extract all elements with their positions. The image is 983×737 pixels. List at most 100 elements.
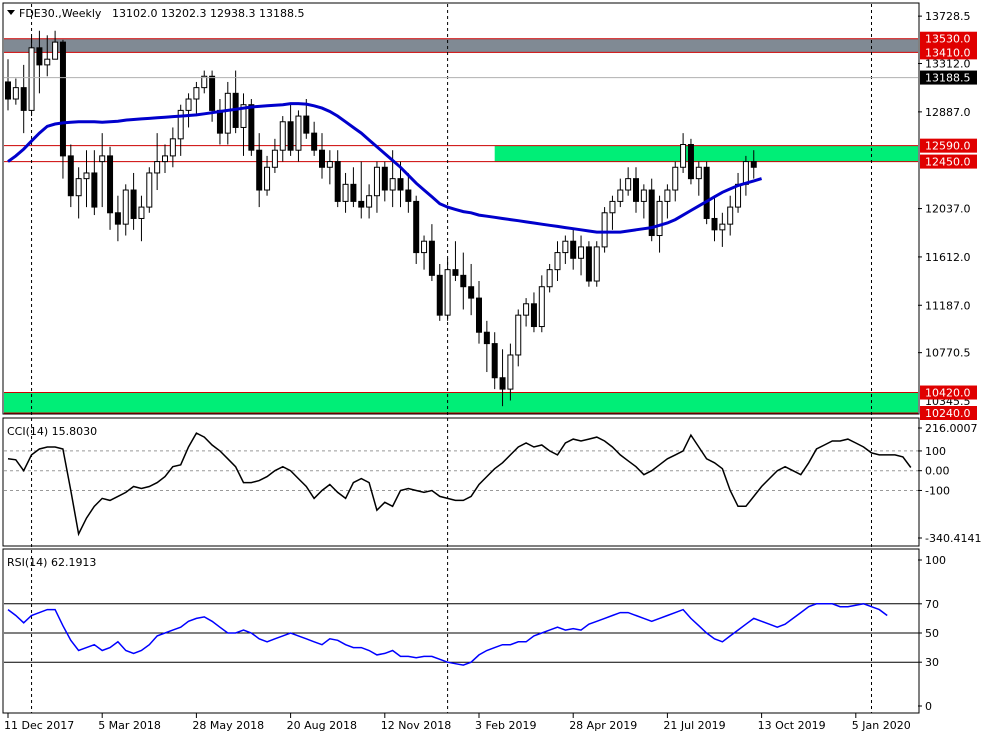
candle-bull [538,286,545,328]
price-tick-label: 13312.0 [925,58,971,71]
candle-bull [389,178,396,191]
current-price-label: 13188.5 [925,72,971,85]
candle-bull [28,47,35,111]
zone-price-label: 13530.0 [925,33,971,46]
rsi-layer: 100 70 50 30 0 [4,554,946,713]
cci-tick-label: -100 [925,484,950,497]
candle-bear [499,377,506,390]
candle-bear [711,217,718,231]
candle-bear [319,149,325,168]
candle-bear [130,189,137,219]
candle-bull [271,149,278,168]
time-tick-label: 5 Mar 2018 [98,719,161,732]
chart-header: FDE30.,Weekly 13102.0 13202.3 12938.3 13… [7,7,304,20]
cci-label: CCI(14) 15.8030 [7,425,97,438]
candle-bear [334,161,341,202]
price-tick-label: 13728.5 [925,10,971,23]
zone-support [4,392,918,413]
candle-bull [264,166,271,191]
price-tick-label: 11612.0 [925,251,971,264]
candle-bull [366,195,373,208]
trading-chart: 13728.5 13312.0 12887.0 12037.0 11612.0 11187… [2,2,981,732]
ohlc-values: 13102.0 13202.3 12938.3 13188.5 [112,7,304,20]
candle-bull [52,41,59,60]
candle-bear [287,121,294,151]
candle-bull [523,303,530,316]
zone-price-label: 13410.0 [925,46,971,59]
vertical-markers [31,4,872,713]
candle-bear [248,104,255,151]
cci-layer: 216.0007 100 0.00 -100 -340.4141 [4,422,981,545]
candle-bull [680,144,687,168]
symbol-label: FDE30.,Weekly [19,7,102,20]
cci-tick-label: -340.4141 [925,532,981,545]
cci-panel-frame [2,417,920,547]
rsi-tick-label: 100 [925,554,946,567]
candle-bull [99,155,106,163]
candle-bull [154,161,161,174]
rsi-tick-label: 30 [925,656,939,669]
candle-bear [483,331,490,345]
candle-bull [656,200,663,237]
candle-bear [114,212,121,225]
candles-layer [5,30,757,407]
zone-price-label: 12450.0 [925,156,971,169]
time-tick-label: 28 Apr 2019 [569,719,637,732]
time-tick-label: 21 Jul 2019 [663,719,725,732]
price-tick-label: 12037.0 [925,203,971,216]
candle-bear [491,343,498,379]
candle-bull [515,314,522,356]
candle-bear [397,178,404,191]
dropdown-triangle-icon[interactable] [7,10,15,15]
cci-tick-label: 216.0007 [925,422,978,435]
candle-bull [546,269,553,288]
candle-bear [428,240,435,276]
candle-bear [476,297,482,333]
price-axis: 13728.5 13312.0 12887.0 12037.0 11612.0 11187… [918,10,977,420]
candle-bear [703,166,710,219]
time-tick-label: 20 Aug 2018 [287,719,357,732]
candle-bull [593,246,600,282]
candle-bull [75,178,82,197]
candle-bear [358,200,365,208]
candle-bull [342,183,349,202]
candle-bear [633,178,639,202]
candle-bull [617,189,624,202]
zone-resistance [4,38,918,53]
candle-bull [44,58,51,66]
rsi-tick-label: 50 [925,627,939,640]
candle-bull [279,121,286,151]
candle-bull [162,155,168,163]
candle-bull [421,240,428,254]
candle-bear [256,149,263,191]
candle-bull [664,189,671,202]
rsi-panel-frame [2,548,920,714]
candle-bear [381,166,388,191]
candle-bull [719,223,726,231]
time-tick-label: 11 Dec 2017 [4,719,74,732]
time-tick-label: 28 May 2018 [192,719,264,732]
candle-bull [444,269,451,316]
candle-bear [468,286,475,299]
candle-bull [83,172,90,180]
zone-mid [494,145,918,162]
zone-price-label: 12590.0 [925,140,971,153]
candle-bear [530,303,537,328]
cci-line [7,432,912,537]
candle-bull [138,206,145,219]
candle-bull [578,246,585,259]
candle-bull [169,138,176,157]
candle-bull [672,166,679,191]
rsi-label: RSI(14) 62.1913 [7,556,96,569]
candle-bull [12,87,19,100]
price-tick-label: 12887.0 [925,106,971,119]
time-axis: 11 Dec 2017 5 Mar 2018 28 May 2018 20 Aug 2… [4,713,911,732]
candle-bear [216,109,223,134]
time-tick-label: 13 Oct 2019 [758,719,826,732]
candle-bear [209,75,216,111]
candle-bull [224,92,231,134]
candle-bear [67,155,74,197]
price-tick-label: 10770.5 [925,347,971,360]
candle-bull [625,178,632,191]
candle-bear [452,269,459,276]
